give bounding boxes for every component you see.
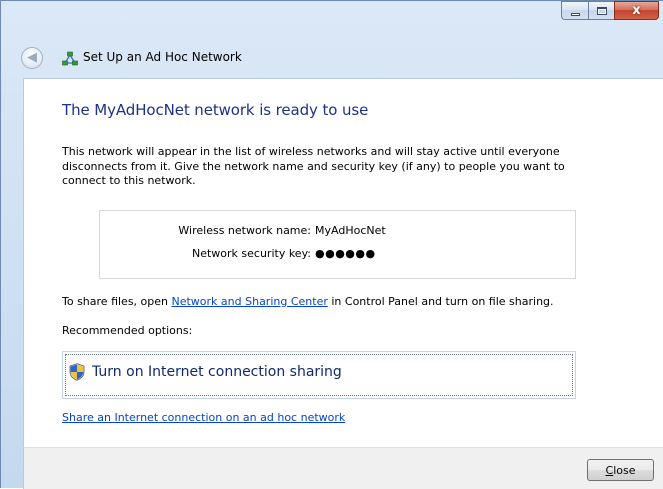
- wizard-header: ◀ Set Up an Ad Hoc Network: [2, 39, 663, 77]
- close-button-mnemonic: C: [605, 463, 614, 477]
- command-link-label: Turn on Internet connection sharing: [92, 364, 342, 380]
- share-internet-connection-link[interactable]: Share an Internet connection on an ad ho…: [62, 411, 345, 424]
- window-close-button[interactable]: x: [614, 1, 659, 20]
- wizard-window: x ◀ Set Up an Ad Hoc Network The MyAdHoc…: [0, 0, 663, 489]
- network-icon: [62, 51, 78, 66]
- minimize-icon: [570, 12, 580, 16]
- file-sharing-text: To share files, open Network and Sharing…: [62, 295, 554, 308]
- wizard-title: Set Up an Ad Hoc Network: [83, 50, 242, 64]
- share-suffix: in Control Panel and turn on file sharin…: [327, 295, 554, 308]
- network-name-row: Wireless network name: MyAdHocNet: [100, 224, 575, 238]
- internet-sharing-command-link[interactable]: Turn on Internet connection sharing: [62, 351, 576, 399]
- uac-shield-icon: [69, 363, 85, 381]
- close-button-label: lose: [613, 463, 636, 477]
- page-title: The MyAdHocNet network is ready to use: [62, 101, 369, 119]
- recommended-options-label: Recommended options:: [62, 324, 193, 337]
- security-key-row: Network security key: ●●●●●●: [100, 247, 575, 261]
- network-name-label: Wireless network name:: [178, 224, 311, 237]
- description-text: This network will appear in the list of …: [62, 145, 565, 187]
- maximize-icon: [596, 6, 607, 15]
- close-button[interactable]: Close: [587, 459, 654, 481]
- back-arrow-icon: ◀: [27, 50, 37, 65]
- share-prefix: To share files, open: [62, 295, 172, 308]
- back-button[interactable]: ◀: [21, 47, 43, 69]
- close-icon: x: [632, 3, 641, 18]
- wizard-footer: Close: [23, 447, 663, 489]
- network-sharing-center-link[interactable]: Network and Sharing Center: [172, 295, 328, 308]
- network-info-box: Wireless network name: MyAdHocNet Networ…: [99, 210, 576, 279]
- security-key-label: Network security key:: [191, 247, 311, 260]
- caption-buttons: x: [561, 1, 659, 21]
- minimize-button[interactable]: [561, 1, 588, 20]
- network-name-value: MyAdHocNet: [315, 224, 386, 237]
- security-key-value: ●●●●●●: [315, 247, 376, 260]
- content-pane: The MyAdHocNet network is ready to use T…: [23, 78, 663, 447]
- maximize-button[interactable]: [588, 1, 614, 20]
